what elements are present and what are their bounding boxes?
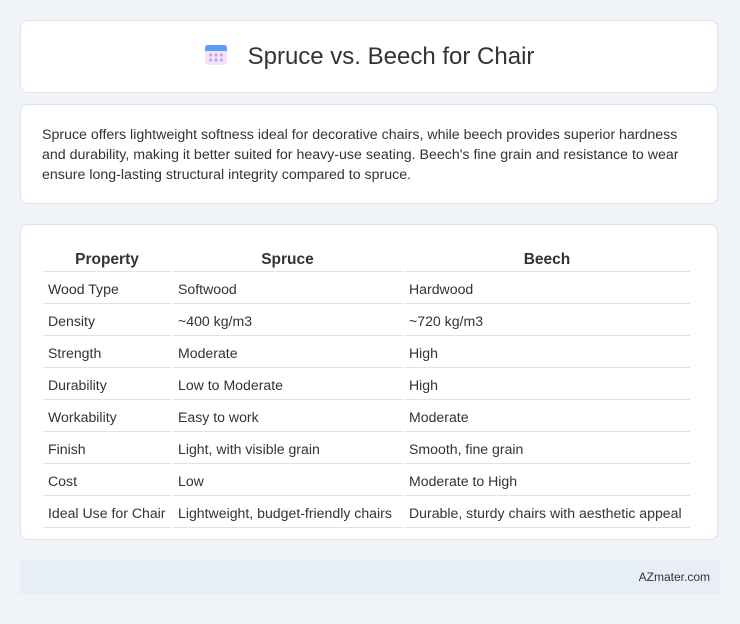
table-cell: Durability: [43, 370, 171, 400]
table-cell: ~720 kg/m3: [404, 306, 690, 336]
table-header-row: Property Spruce Beech: [43, 247, 690, 272]
table-row: Durability Low to Moderate High: [43, 370, 690, 400]
table-cell: Durable, sturdy chairs with aesthetic ap…: [404, 498, 690, 528]
table-cell: Workability: [43, 402, 171, 432]
table-row: Strength Moderate High: [43, 338, 690, 368]
table-cell: Wood Type: [43, 274, 171, 304]
table-row: Finish Light, with visible grain Smooth,…: [43, 434, 690, 464]
table-cell: Light, with visible grain: [173, 434, 402, 464]
table-cell: Low to Moderate: [173, 370, 402, 400]
summary-text: Spruce offers lightweight softness ideal…: [42, 127, 679, 183]
table-cell: High: [404, 370, 690, 400]
table-cell: Easy to work: [173, 402, 402, 432]
table-cell: Moderate: [404, 402, 690, 432]
table-cell: Smooth, fine grain: [404, 434, 690, 464]
table-row: Density ~400 kg/m3 ~720 kg/m3: [43, 306, 690, 336]
summary-card: Spruce offers lightweight softness ideal…: [20, 104, 718, 204]
table-cell: Softwood: [173, 274, 402, 304]
table-cell: Low: [173, 466, 402, 496]
table-row: Cost Low Moderate to High: [43, 466, 690, 496]
footer-brand: AZmater.com: [638, 570, 710, 584]
table-row: Workability Easy to work Moderate: [43, 402, 690, 432]
table-cell: Lightweight, budget-friendly chairs: [173, 498, 402, 528]
comparison-table: Property Spruce Beech Wood Type Softwood…: [41, 245, 692, 530]
table-row: Wood Type Softwood Hardwood: [43, 274, 690, 304]
comparison-card: Property Spruce Beech Wood Type Softwood…: [20, 224, 718, 540]
table-cell: ~400 kg/m3: [173, 306, 402, 336]
header-property: Property: [43, 247, 171, 272]
page-title: Spruce vs. Beech for Chair: [247, 42, 535, 70]
title-card: Spruce vs. Beech for Chair: [20, 20, 718, 93]
header-beech: Beech: [404, 247, 690, 272]
table-cell: Moderate: [173, 338, 402, 368]
calendar-icon: [204, 42, 228, 71]
table-cell: Hardwood: [404, 274, 690, 304]
table-cell: High: [404, 338, 690, 368]
table-cell: Density: [43, 306, 171, 336]
table-row: Ideal Use for Chair Lightweight, budget-…: [43, 498, 690, 528]
table-cell: Finish: [43, 434, 171, 464]
header-spruce: Spruce: [173, 247, 402, 272]
table-cell: Ideal Use for Chair: [43, 498, 171, 528]
table-cell: Cost: [43, 466, 171, 496]
table-cell: Moderate to High: [404, 466, 690, 496]
footer: AZmater.com: [20, 560, 720, 594]
table-cell: Strength: [43, 338, 171, 368]
